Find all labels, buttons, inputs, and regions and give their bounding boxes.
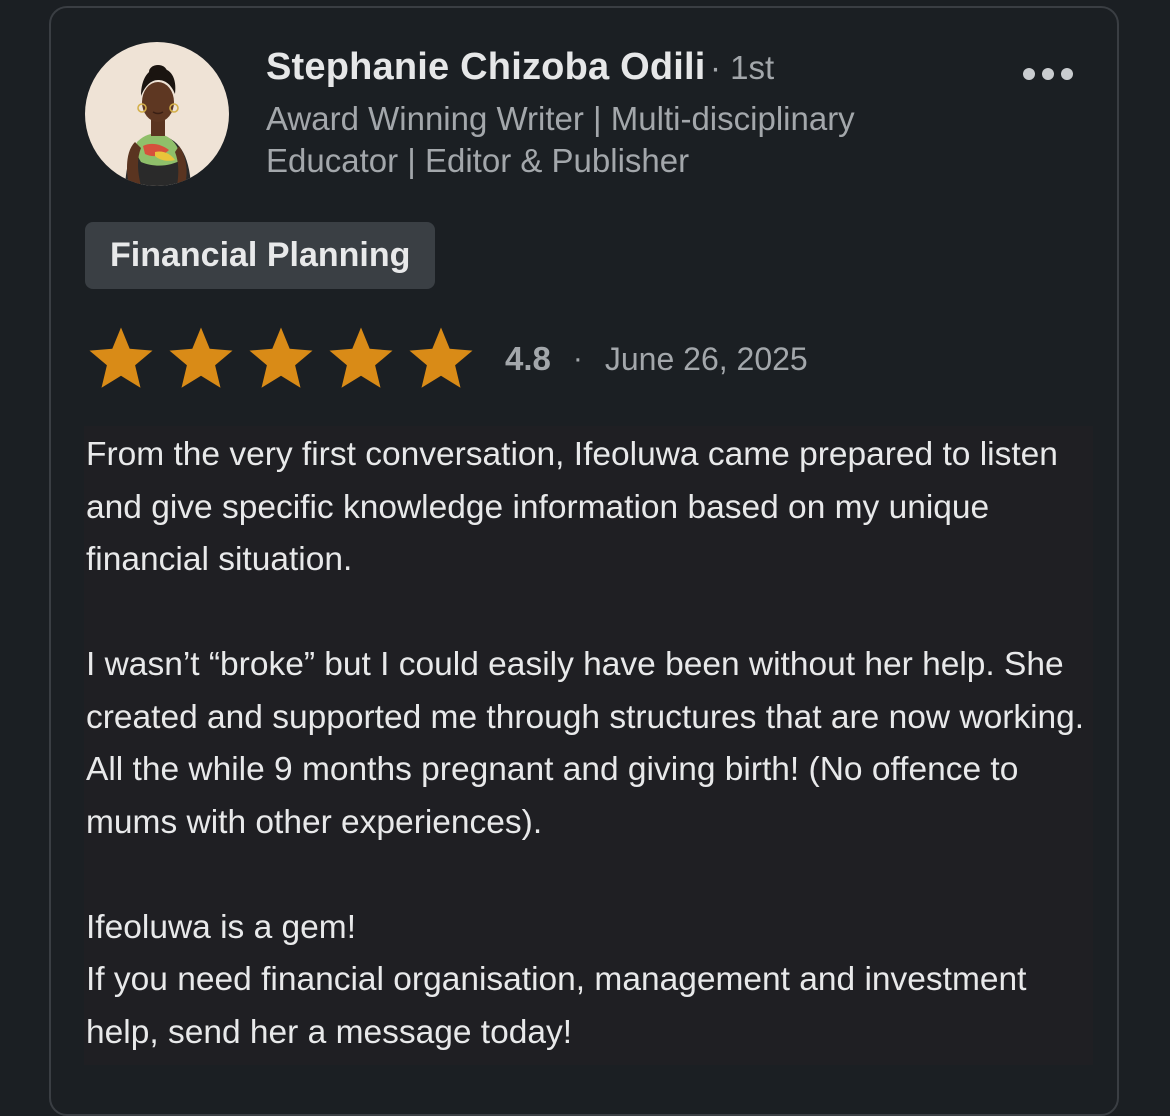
rating-value: 4.8 [505,340,551,377]
review-paragraph: From the very first conversation, Ifeolu… [86,436,1058,578]
star-rating [85,326,477,392]
review-paragraph: Ifeoluwa is a gem! [86,908,356,946]
more-horizontal-icon [1042,68,1054,80]
star-icon [329,327,393,388]
review-paragraph: If you need financial organisation, mana… [86,961,1027,1051]
rating-separator: · [572,342,583,375]
avatar[interactable] [85,42,229,186]
star-icon [409,327,473,388]
star-icon [169,327,233,388]
avatar-photo [85,42,229,186]
reviewer-name-line: Stephanie Chizoba Odili · 1st [266,46,774,89]
service-tag: Financial Planning [85,222,436,289]
review-text: From the very first conversation, Ifeolu… [84,426,1093,1065]
more-options-button[interactable] [1023,68,1073,80]
star-icon [89,327,153,388]
review-card: Stephanie Chizoba Odili · 1st Award Winn… [49,6,1119,1116]
reviewer-name[interactable]: Stephanie Chizoba Odili [266,46,706,88]
more-horizontal-icon [1061,68,1073,80]
review-paragraph: I wasn’t “broke” but I could easily have… [86,646,1085,841]
reviewer-headline: Award Winning Writer | Multi-disciplinar… [266,100,855,179]
more-horizontal-icon [1023,68,1035,80]
connection-degree: · 1st [709,49,775,86]
rating-row: 4.8 · June 26, 2025 [85,324,808,394]
star-icon [249,327,313,388]
review-date: June 26, 2025 [604,340,808,377]
